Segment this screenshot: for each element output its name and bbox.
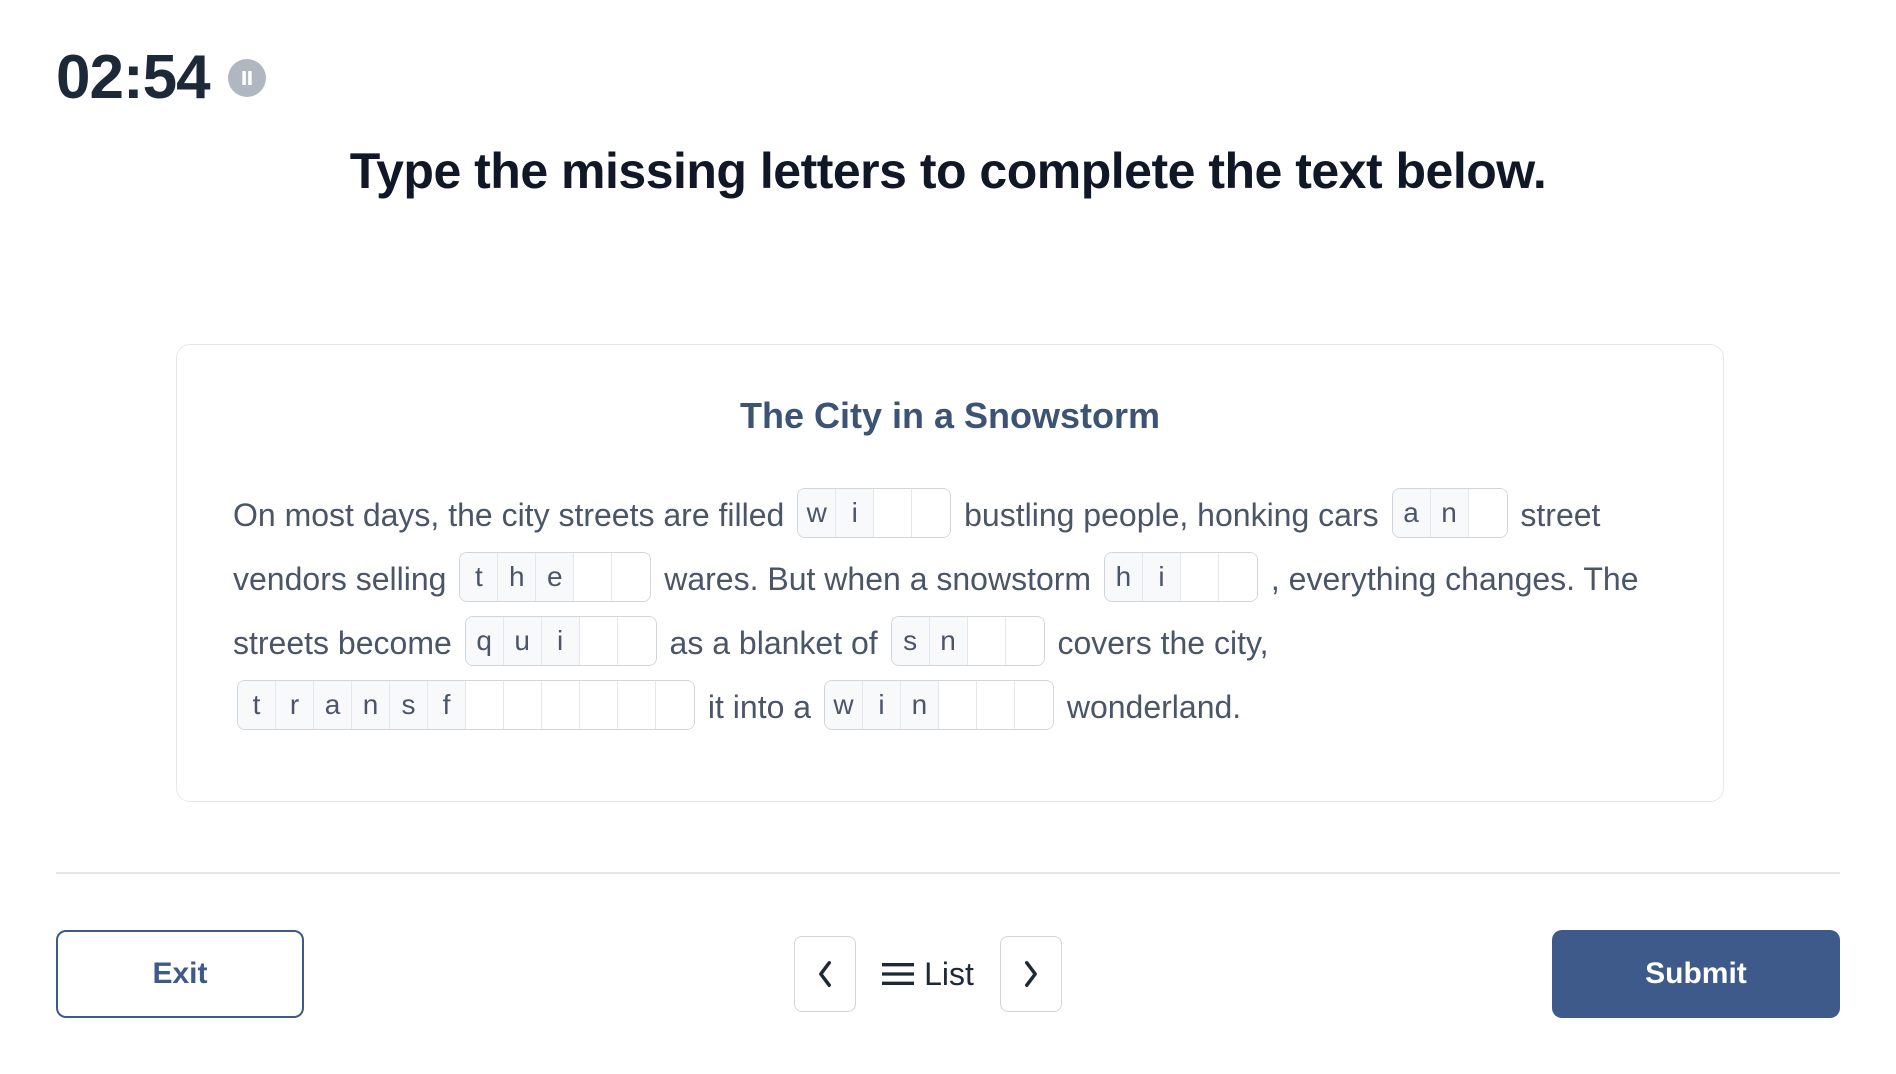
passage-text: it into a	[699, 689, 820, 725]
letter-cell-filled: n	[1431, 489, 1469, 537]
letter-cell-filled: e	[536, 553, 574, 601]
passage-title: The City in a Snowstorm	[233, 395, 1667, 437]
passage-text: On most days, the city streets are fille…	[233, 497, 793, 533]
word-blank-group[interactable]: an	[1392, 488, 1508, 538]
letter-cell-filled: i	[1143, 553, 1181, 601]
footer-separator	[56, 872, 1840, 874]
letter-cell-filled: h	[1105, 553, 1143, 601]
letter-cell-input[interactable]	[618, 617, 656, 665]
nav-center: List	[794, 936, 1062, 1012]
letter-cell-filled: r	[276, 681, 314, 729]
exercise-card: The City in a Snowstorm On most days, th…	[176, 344, 1724, 802]
letter-cell-input[interactable]	[656, 681, 694, 729]
letter-cell-filled: w	[798, 489, 836, 537]
letter-cell-filled: n	[930, 617, 968, 665]
next-button[interactable]	[1000, 936, 1062, 1012]
list-label: List	[924, 956, 974, 993]
word-blank-group[interactable]: qui	[465, 616, 657, 666]
letter-cell-input[interactable]	[939, 681, 977, 729]
passage-body: On most days, the city streets are fille…	[233, 483, 1667, 739]
letter-cell-input[interactable]	[912, 489, 950, 537]
letter-cell-input[interactable]	[618, 681, 656, 729]
letter-cell-filled: h	[498, 553, 536, 601]
letter-cell-input[interactable]	[1469, 489, 1507, 537]
list-button[interactable]: List	[874, 956, 982, 993]
exit-button[interactable]: Exit	[56, 930, 304, 1018]
word-blank-group[interactable]: win	[824, 680, 1054, 730]
passage-text: wonderland.	[1058, 689, 1241, 725]
letter-cell-input[interactable]	[580, 617, 618, 665]
letter-cell-filled: n	[352, 681, 390, 729]
passage-text: as a blanket of	[661, 625, 887, 661]
passage-text: bustling people, honking cars	[955, 497, 1387, 533]
letter-cell-input[interactable]	[1181, 553, 1219, 601]
word-blank-group[interactable]: sn	[891, 616, 1045, 666]
letter-cell-filled: a	[314, 681, 352, 729]
letter-cell-input[interactable]	[466, 681, 504, 729]
letter-cell-filled: f	[428, 681, 466, 729]
letter-cell-input[interactable]	[1015, 681, 1053, 729]
letter-cell-filled: i	[542, 617, 580, 665]
letter-cell-input[interactable]	[580, 681, 618, 729]
passage-text: wares. But when a snowstorm	[655, 561, 1100, 597]
letter-cell-filled: s	[892, 617, 930, 665]
letter-cell-input[interactable]	[977, 681, 1015, 729]
letter-cell-filled: u	[504, 617, 542, 665]
instruction-text: Type the missing letters to complete the…	[0, 142, 1896, 200]
pause-button[interactable]	[228, 59, 266, 97]
word-blank-group[interactable]: hi	[1104, 552, 1258, 602]
chevron-right-icon	[1021, 960, 1041, 988]
letter-cell-input[interactable]	[574, 553, 612, 601]
letter-cell-filled: i	[863, 681, 901, 729]
letter-cell-filled: t	[460, 553, 498, 601]
letter-cell-input[interactable]	[1219, 553, 1257, 601]
pause-icon	[240, 71, 254, 85]
letter-cell-input[interactable]	[542, 681, 580, 729]
letter-cell-filled: n	[901, 681, 939, 729]
list-icon	[882, 962, 914, 986]
timer-display: 02:54	[56, 42, 210, 113]
letter-cell-input[interactable]	[504, 681, 542, 729]
timer-row: 02:54	[56, 42, 266, 113]
letter-cell-input[interactable]	[874, 489, 912, 537]
word-blank-group[interactable]: transf	[237, 680, 695, 730]
letter-cell-input[interactable]	[612, 553, 650, 601]
letter-cell-filled: i	[836, 489, 874, 537]
letter-cell-input[interactable]	[968, 617, 1006, 665]
prev-button[interactable]	[794, 936, 856, 1012]
letter-cell-filled: q	[466, 617, 504, 665]
footer-bar: Exit List Submit	[56, 930, 1840, 1018]
passage-text: covers the city,	[1049, 625, 1269, 661]
word-blank-group[interactable]: wi	[797, 488, 951, 538]
submit-button[interactable]: Submit	[1552, 930, 1840, 1018]
letter-cell-input[interactable]	[1006, 617, 1044, 665]
letter-cell-filled: t	[238, 681, 276, 729]
letter-cell-filled: a	[1393, 489, 1431, 537]
word-blank-group[interactable]: the	[459, 552, 651, 602]
letter-cell-filled: w	[825, 681, 863, 729]
letter-cell-filled: s	[390, 681, 428, 729]
chevron-left-icon	[815, 960, 835, 988]
